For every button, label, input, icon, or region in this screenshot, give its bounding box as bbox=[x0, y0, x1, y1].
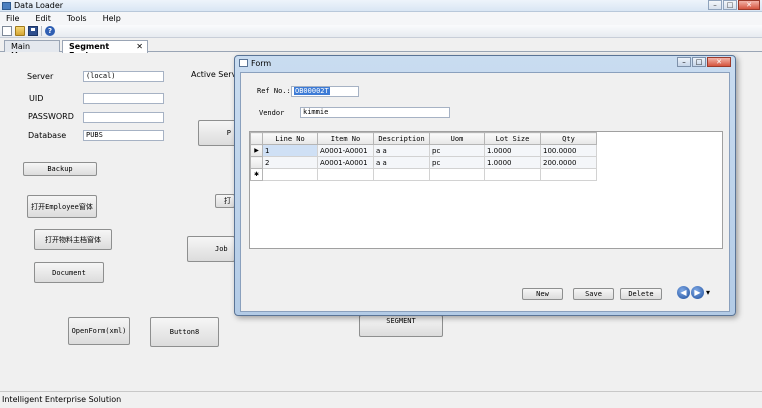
save-icon[interactable] bbox=[28, 26, 38, 36]
close-tab-icon[interactable]: ✕ bbox=[136, 42, 143, 51]
grid-header-row: Line No Item No Description Uom Lot Size… bbox=[250, 132, 597, 145]
table-row[interactable]: 2 A0001-A0001 a a pc 1.0000 200.0000 bbox=[250, 156, 597, 169]
cell-empty[interactable] bbox=[484, 168, 541, 181]
menu-bar: File Edit Tools Help bbox=[0, 12, 762, 25]
cell-empty[interactable] bbox=[540, 168, 597, 181]
server-input[interactable]: (local) bbox=[83, 71, 164, 82]
row-header[interactable] bbox=[250, 156, 263, 169]
status-bar: Intelligent Enterprise Solution bbox=[0, 391, 762, 408]
openform-xml-button[interactable]: OpenForm(xml) bbox=[68, 317, 130, 345]
cell-line-no[interactable]: 1 bbox=[262, 144, 318, 157]
cell-empty[interactable] bbox=[429, 168, 485, 181]
menu-tools[interactable]: Tools bbox=[65, 14, 89, 23]
minimize-button[interactable]: – bbox=[708, 0, 722, 10]
vendor-input[interactable]: kimmie bbox=[300, 107, 450, 118]
save-button[interactable]: Save bbox=[573, 288, 614, 300]
window-controls: – □ ✕ bbox=[708, 0, 760, 10]
partial-button-p[interactable]: P bbox=[198, 120, 236, 146]
cell-qty[interactable]: 200.0000 bbox=[540, 156, 597, 169]
title-bar: Data Loader – □ ✕ bbox=[0, 0, 762, 12]
uid-label: UID bbox=[29, 94, 44, 103]
close-button[interactable]: ✕ bbox=[738, 0, 760, 10]
toolbar-separator bbox=[41, 26, 42, 36]
new-row[interactable]: ✱ bbox=[250, 168, 597, 181]
delete-button[interactable]: Delete bbox=[620, 288, 662, 300]
form-maximize-button[interactable]: □ bbox=[692, 57, 706, 67]
tab-main-menu[interactable]: Main Menu bbox=[4, 40, 60, 60]
current-row-indicator-icon[interactable]: ▶ bbox=[250, 144, 263, 157]
column-header-lot-size[interactable]: Lot Size bbox=[484, 132, 541, 145]
job-button[interactable]: Job bbox=[187, 236, 235, 262]
document-button[interactable]: Document bbox=[34, 262, 104, 283]
form-window-controls: – □ ✕ bbox=[677, 57, 731, 67]
toolbar: ? bbox=[0, 25, 762, 38]
column-header-qty[interactable]: Qty bbox=[540, 132, 597, 145]
ref-no-selected-text: OB00002T bbox=[294, 87, 330, 95]
new-button[interactable]: New bbox=[522, 288, 563, 300]
server-label: Server bbox=[27, 72, 54, 81]
tab-segment-explorer[interactable]: Segment Explorer ✕ bbox=[62, 40, 148, 60]
nav-dropdown-icon[interactable]: ▾ bbox=[706, 288, 710, 297]
table-row[interactable]: ▶ 1 A0001-A0001 a a pc 1.0000 100.0000 bbox=[250, 144, 597, 157]
open-folder-icon[interactable] bbox=[15, 26, 25, 36]
new-row-indicator-icon[interactable]: ✱ bbox=[250, 168, 263, 181]
cell-item-no[interactable]: A0001-A0001 bbox=[317, 144, 374, 157]
form-title: Form bbox=[251, 59, 272, 68]
document-tabs: Main Menu Segment Explorer ✕ bbox=[0, 39, 762, 60]
new-document-icon[interactable] bbox=[2, 26, 12, 36]
database-label: Database bbox=[28, 131, 67, 140]
ref-no-label: Ref No.: bbox=[257, 87, 291, 95]
grid-table: Line No Item No Description Uom Lot Size… bbox=[250, 132, 597, 181]
cell-empty[interactable] bbox=[373, 168, 430, 181]
backup-button[interactable]: Backup bbox=[23, 162, 97, 176]
partial-button-chinese[interactable]: 打 bbox=[215, 194, 235, 208]
open-employee-form-button[interactable]: 打开Employee窗体 bbox=[27, 195, 97, 218]
column-header-item-no[interactable]: Item No bbox=[317, 132, 374, 145]
form-body: Ref No.: OB00002T Vendor kimmie Line No … bbox=[240, 72, 730, 312]
window-title: Data Loader bbox=[14, 1, 64, 10]
segment-button[interactable]: SEGMENT bbox=[359, 315, 443, 337]
column-header-description[interactable]: Description bbox=[373, 132, 430, 145]
maximize-button[interactable]: □ bbox=[723, 0, 737, 10]
line-items-grid[interactable]: Line No Item No Description Uom Lot Size… bbox=[249, 131, 723, 249]
cell-qty[interactable]: 100.0000 bbox=[540, 144, 597, 157]
forward-arrow-icon[interactable]: ▶ bbox=[691, 286, 704, 299]
form-minimize-button[interactable]: – bbox=[677, 57, 691, 67]
ref-no-input[interactable]: OB00002T bbox=[291, 86, 359, 97]
help-icon[interactable]: ? bbox=[45, 26, 55, 36]
cell-uom[interactable]: pc bbox=[429, 144, 485, 157]
menu-edit[interactable]: Edit bbox=[33, 14, 53, 23]
status-text: Intelligent Enterprise Solution bbox=[2, 395, 122, 404]
cell-description[interactable]: a a bbox=[373, 156, 430, 169]
form-icon bbox=[239, 59, 248, 67]
column-header-line-no[interactable]: Line No bbox=[262, 132, 318, 145]
menu-file[interactable]: File bbox=[4, 14, 21, 23]
back-arrow-icon[interactable]: ◀ bbox=[677, 286, 690, 299]
cell-uom[interactable]: pc bbox=[429, 156, 485, 169]
row-header-corner bbox=[250, 132, 263, 145]
form-window: Form – □ ✕ Ref No.: OB00002T Vendor kimm… bbox=[234, 55, 736, 316]
uid-input[interactable] bbox=[83, 93, 164, 104]
menu-help[interactable]: Help bbox=[101, 14, 123, 23]
password-input[interactable] bbox=[83, 112, 164, 123]
form-close-button[interactable]: ✕ bbox=[707, 57, 731, 67]
cell-empty[interactable] bbox=[262, 168, 318, 181]
database-input[interactable]: PUBS bbox=[83, 130, 164, 141]
vendor-label: Vendor bbox=[259, 109, 285, 117]
cell-empty[interactable] bbox=[317, 168, 374, 181]
column-header-uom[interactable]: Uom bbox=[429, 132, 485, 145]
password-label: PASSWORD bbox=[28, 112, 74, 121]
cell-line-no[interactable]: 2 bbox=[262, 156, 318, 169]
cell-description[interactable]: a a bbox=[373, 144, 430, 157]
cell-lot-size[interactable]: 1.0000 bbox=[484, 144, 541, 157]
app-icon bbox=[2, 2, 11, 10]
open-material-form-button[interactable]: 打开物料主档窗体 bbox=[34, 229, 112, 250]
cell-lot-size[interactable]: 1.0000 bbox=[484, 156, 541, 169]
cell-item-no[interactable]: A0001-A0001 bbox=[317, 156, 374, 169]
button8[interactable]: Button8 bbox=[150, 317, 219, 347]
